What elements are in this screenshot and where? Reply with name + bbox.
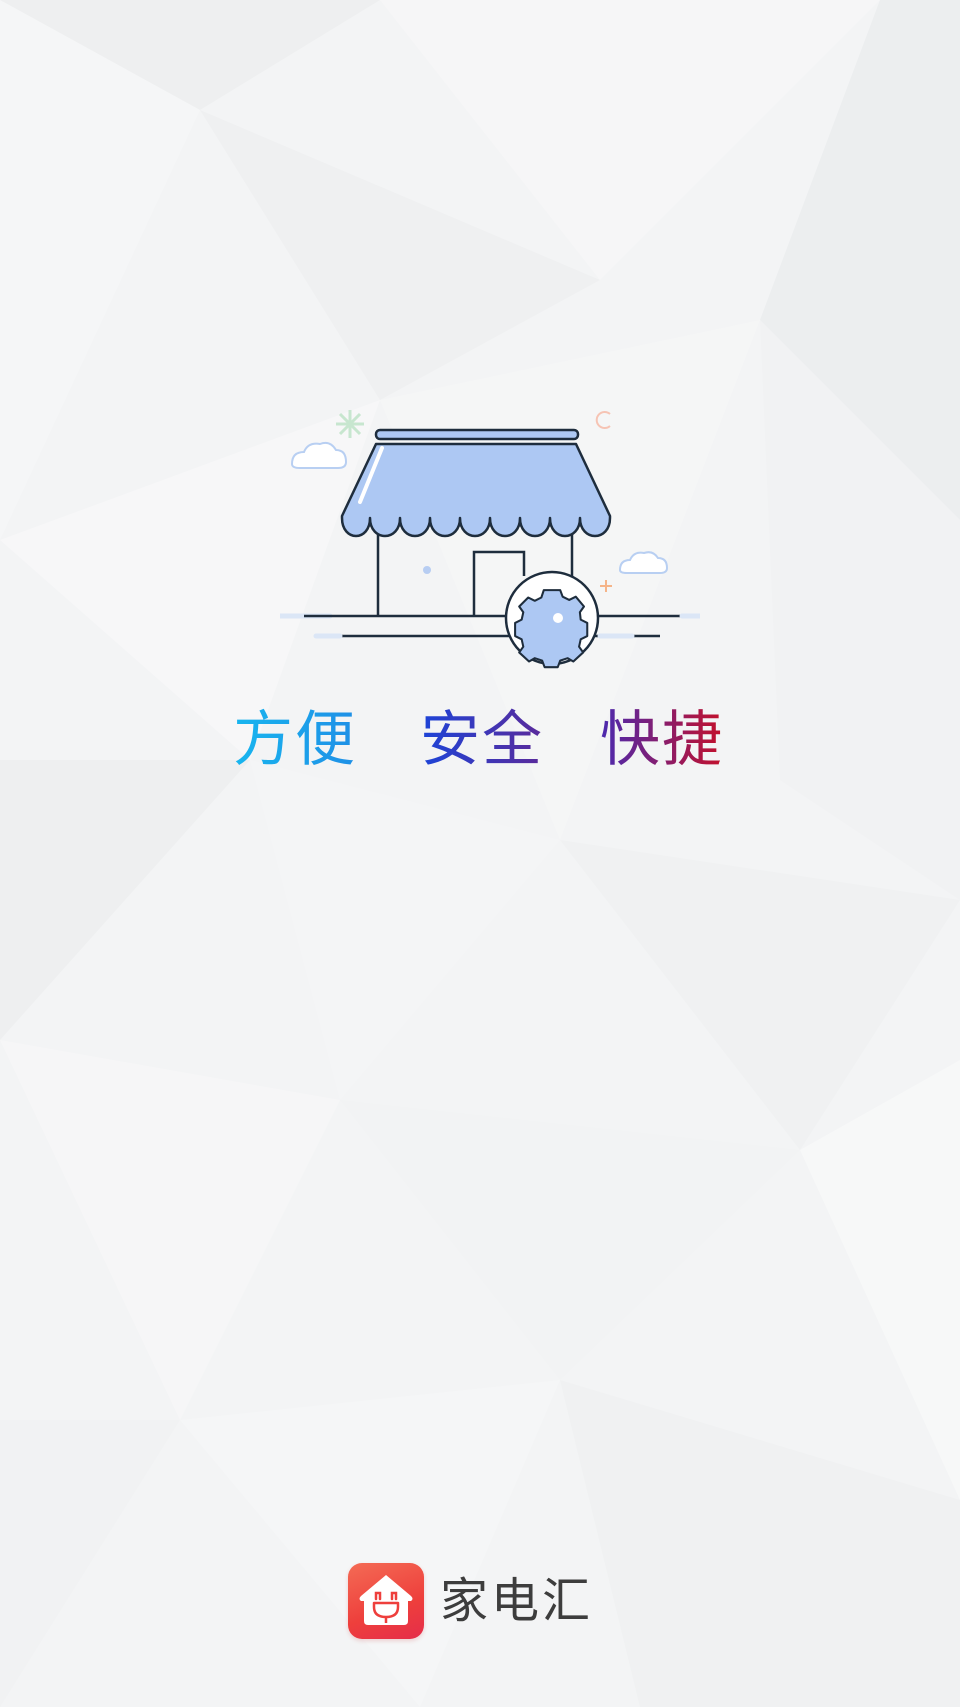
store-illustration (280, 410, 700, 669)
decor-arc (595, 411, 611, 429)
app-logo-house-icon (348, 1563, 424, 1639)
slogan-convenient: 方便 (233, 700, 357, 780)
background-pattern (0, 0, 960, 1707)
gear-icon (504, 570, 600, 669)
slogan: 方便 安全 快捷 (0, 700, 960, 790)
sparkle-icon (336, 410, 364, 438)
slogan-safe: 安全 (420, 700, 544, 780)
cloud-icon (290, 441, 348, 469)
brand: 家电汇 (348, 1563, 628, 1639)
cloud-icon (618, 551, 669, 574)
slogan-fast: 快捷 (600, 700, 724, 780)
brand-name: 家电汇 (440, 1573, 594, 1629)
plus-icon (600, 580, 612, 592)
